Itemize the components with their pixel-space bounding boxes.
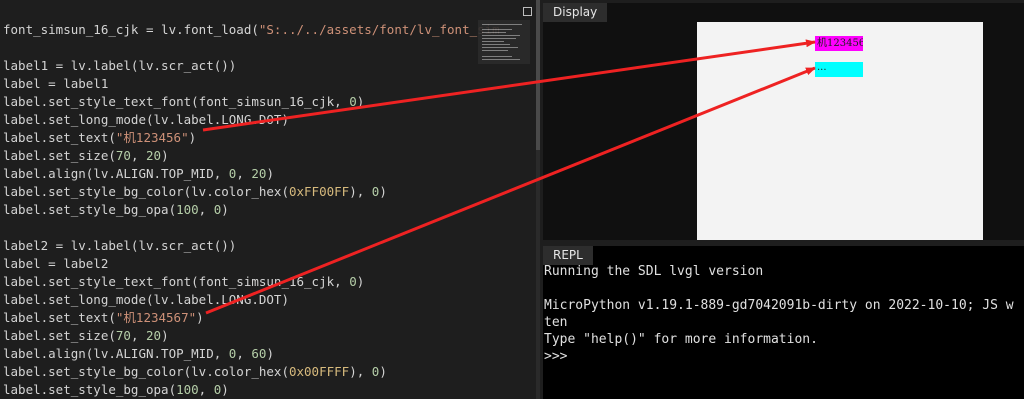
code-token: label.set_style_text_font(font_simsun_16… xyxy=(3,274,350,289)
code-token: label.set_text( xyxy=(3,310,116,325)
code-token: label = label1 xyxy=(3,76,109,91)
code-token: label = label2 xyxy=(3,256,109,271)
code-line[interactable]: label.set_long_mode(lv.label.LONG.DOT) xyxy=(3,111,500,129)
code-line[interactable]: label.set_text("机1234567") xyxy=(3,309,500,327)
code-editor[interactable]: font_simsun_16_cjk = lv.font_load("S:../… xyxy=(0,0,540,399)
code-token: ) xyxy=(196,310,204,325)
display-panel: Display 机123456 ... xyxy=(543,3,1024,240)
code-token: , xyxy=(198,202,214,217)
code-token: , xyxy=(130,328,147,343)
code-token: 20 xyxy=(146,328,162,343)
code-token: ) xyxy=(161,148,169,163)
repl-line: >>> xyxy=(544,349,568,364)
code-token: ) xyxy=(221,382,229,397)
code-token: label.set_long_mode(lv.label.LONG.DOT) xyxy=(3,292,289,307)
code-token: 100 xyxy=(176,382,199,397)
code-token: label.set_style_bg_color(lv.color_hex( xyxy=(3,364,289,379)
code-token: label2 = lv.label(lv.scr_act()) xyxy=(3,238,237,253)
code-line[interactable]: label = label1 xyxy=(3,75,500,93)
code-token: label.set_size( xyxy=(3,148,116,163)
code-token: 0xFF00FF xyxy=(288,184,350,199)
code-token: ), xyxy=(349,364,372,379)
code-token: , xyxy=(236,166,252,181)
code-token: "机123456" xyxy=(115,130,189,145)
code-token: label.set_long_mode(lv.label.LONG.DOT) xyxy=(3,112,289,127)
code-token: 20 xyxy=(251,166,267,181)
code-token: label.set_style_bg_opa( xyxy=(3,382,177,397)
repl-panel[interactable]: REPL Running the SDL lvgl version MicroPy… xyxy=(543,246,1024,399)
code-line[interactable]: font_simsun_16_cjk = lv.font_load("S:../… xyxy=(3,21,500,39)
code-token: 60 xyxy=(251,346,267,361)
code-token: , xyxy=(236,346,252,361)
code-token: font_simsun_16_cjk = lv.font_load( xyxy=(3,22,259,37)
code-line[interactable] xyxy=(3,219,500,237)
code-token: "机1234567" xyxy=(115,310,197,325)
code-line[interactable]: label.set_style_text_font(font_simsun_16… xyxy=(3,273,500,291)
code-token: ), xyxy=(349,184,372,199)
code-line[interactable]: label1 = lv.label(lv.scr_act()) xyxy=(3,57,500,75)
editor-scrollbar-thumb[interactable] xyxy=(536,0,540,150)
code-token: label.align(lv.ALIGN.TOP_MID, xyxy=(3,166,229,181)
repl-line: Type "help()" for more information. xyxy=(544,332,818,347)
code-token: label.set_text( xyxy=(3,130,116,145)
code-line[interactable]: label = label2 xyxy=(3,255,500,273)
code-lines[interactable]: font_simsun_16_cjk = lv.font_load("S:../… xyxy=(3,21,500,399)
code-token: label1 = lv.label(lv.scr_act()) xyxy=(3,58,237,73)
repl-output[interactable]: Running the SDL lvgl version MicroPython … xyxy=(544,263,1014,365)
code-token: ) xyxy=(356,94,365,109)
code-token: ) xyxy=(266,166,274,181)
code-token: , xyxy=(198,382,214,397)
repl-line: ten xyxy=(544,315,568,330)
code-token: label.align(lv.ALIGN.TOP_MID, xyxy=(3,346,229,361)
code-token: ) xyxy=(188,130,197,145)
code-token: label.set_style_bg_color(lv.color_hex( xyxy=(3,184,289,199)
code-token: 0 xyxy=(349,94,357,109)
lv-label-2: ... xyxy=(815,62,863,77)
code-token: 0x00FFFF xyxy=(288,364,350,379)
code-line[interactable]: label.align(lv.ALIGN.TOP_MID, 0, 20) xyxy=(3,165,500,183)
minimap[interactable] xyxy=(478,20,530,64)
repl-line: MicroPython v1.19.1-889-gd7042091b-dirty… xyxy=(544,298,1014,313)
code-line[interactable]: label.set_style_bg_color(lv.color_hex(0x… xyxy=(3,363,500,381)
code-token: ) xyxy=(356,274,365,289)
code-line[interactable]: label.set_style_bg_opa(100, 0) xyxy=(3,201,500,219)
repl-line: Running the SDL lvgl version xyxy=(544,264,764,279)
code-token: ) xyxy=(379,184,387,199)
code-token: ) xyxy=(161,328,169,343)
code-token: label.set_size( xyxy=(3,328,116,343)
code-token: 0 xyxy=(349,274,357,289)
code-token: ) xyxy=(266,346,274,361)
code-line[interactable]: label.set_style_bg_opa(100, 0) xyxy=(3,381,500,399)
code-token: 70 xyxy=(115,148,131,163)
code-token: label.set_style_bg_opa( xyxy=(3,202,177,217)
code-line[interactable]: label.set_style_bg_color(lv.color_hex(0x… xyxy=(3,183,500,201)
code-line[interactable]: label.set_text("机123456") xyxy=(3,129,500,147)
code-line[interactable] xyxy=(3,39,500,57)
tab-display[interactable]: Display xyxy=(543,3,608,22)
code-token: 100 xyxy=(176,202,199,217)
code-line[interactable]: label.set_long_mode(lv.label.LONG.DOT) xyxy=(3,291,500,309)
code-line[interactable]: label.align(lv.ALIGN.TOP_MID, 0, 60) xyxy=(3,345,500,363)
repl-line xyxy=(544,280,1014,297)
code-token: 70 xyxy=(115,328,131,343)
display-canvas[interactable]: 机123456 ... xyxy=(697,22,983,240)
code-line[interactable]: label.set_size(70, 20) xyxy=(3,147,500,165)
code-token: , xyxy=(130,148,147,163)
lv-label-1: 机123456 xyxy=(815,36,863,51)
code-line[interactable]: label.set_size(70, 20) xyxy=(3,327,500,345)
code-token: "S:../../assets/font/lv_font_sim xyxy=(258,22,500,37)
code-token: ) xyxy=(379,364,387,379)
code-token: 20 xyxy=(146,148,162,163)
code-line[interactable]: label2 = lv.label(lv.scr_act()) xyxy=(3,237,500,255)
code-token: label.set_style_text_font(font_simsun_16… xyxy=(3,94,350,109)
code-token: ) xyxy=(221,202,229,217)
code-line[interactable]: label.set_style_text_font(font_simsun_16… xyxy=(3,93,500,111)
window-square-icon[interactable] xyxy=(523,7,532,16)
